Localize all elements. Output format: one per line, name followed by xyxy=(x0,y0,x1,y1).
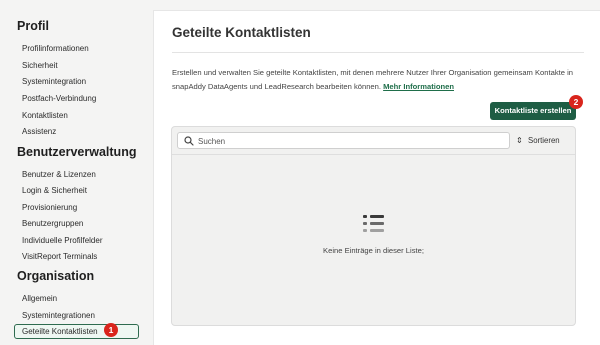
more-info-link[interactable]: Mehr Informationen xyxy=(383,82,454,91)
sidebar-item-sicherheit[interactable]: Sicherheit xyxy=(22,61,58,70)
list-icon xyxy=(363,215,384,232)
sidebar-item-benutzer-lizenzen[interactable]: Benutzer & Lizenzen xyxy=(22,170,96,179)
create-contact-list-button[interactable]: Kontaktliste erstellen xyxy=(490,102,576,120)
page-title: Geteilte Kontaktlisten xyxy=(172,25,311,40)
sidebar-item-login-sicherheit[interactable]: Login & Sicherheit xyxy=(22,186,87,195)
annotation-badge-2: 2 xyxy=(569,95,583,109)
search-input[interactable] xyxy=(198,135,498,147)
search-box[interactable] xyxy=(177,132,510,149)
search-icon xyxy=(184,136,194,146)
sidebar-item-systemintegrationen[interactable]: Systemintegrationen xyxy=(22,311,95,320)
sidebar-item-systemintegration[interactable]: Systemintegration xyxy=(22,77,86,86)
sidebar-item-profilinformationen[interactable]: Profilinformationen xyxy=(22,44,89,53)
annotation-badge-1: 1 xyxy=(104,323,118,337)
title-divider xyxy=(172,52,584,53)
sidebar-item-provisionierung[interactable]: Provisionierung xyxy=(22,203,77,212)
contact-list-panel: ⇕ Sortieren Keine Einträge in dieser List… xyxy=(171,126,576,326)
sidebar-item-postfach-verbindung[interactable]: Postfach-Verbindung xyxy=(22,94,96,103)
empty-list-message: Keine Einträge in dieser Liste; xyxy=(323,246,424,255)
main-panel: Geteilte Kontaktlisten Erstellen und ver… xyxy=(153,10,600,345)
sort-button[interactable]: ⇕ Sortieren xyxy=(516,132,574,149)
section-title-profil: Profil xyxy=(17,19,49,33)
page-description: Erstellen und verwalten Sie geteilte Kon… xyxy=(172,66,584,94)
sidebar-item-assistenz[interactable]: Assistenz xyxy=(22,127,56,136)
sidebar-item-kontaktlisten[interactable]: Kontaktlisten xyxy=(22,111,68,120)
sort-label: Sortieren xyxy=(528,136,560,145)
section-title-organisation: Organisation xyxy=(17,269,95,283)
sidebar: Profil Profilinformationen Sicherheit Sy… xyxy=(0,0,150,345)
sidebar-item-allgemein[interactable]: Allgemein xyxy=(22,294,57,303)
description-text: Erstellen und verwalten Sie geteilte Kon… xyxy=(172,68,573,91)
sidebar-item-benutzergruppen[interactable]: Benutzergruppen xyxy=(22,219,83,228)
sidebar-item-visitreport-terminals[interactable]: VisitReport Terminals xyxy=(22,252,97,261)
panel-divider xyxy=(172,154,575,155)
sidebar-item-profilfelder[interactable]: Individuelle Profilfelder xyxy=(22,236,103,245)
sort-icon: ⇕ xyxy=(516,136,523,145)
sidebar-item-geteilte-kontaktlisten[interactable]: Geteilte Kontaktlisten xyxy=(14,324,139,339)
section-title-benutzerverwaltung: Benutzerverwaltung xyxy=(17,145,137,159)
